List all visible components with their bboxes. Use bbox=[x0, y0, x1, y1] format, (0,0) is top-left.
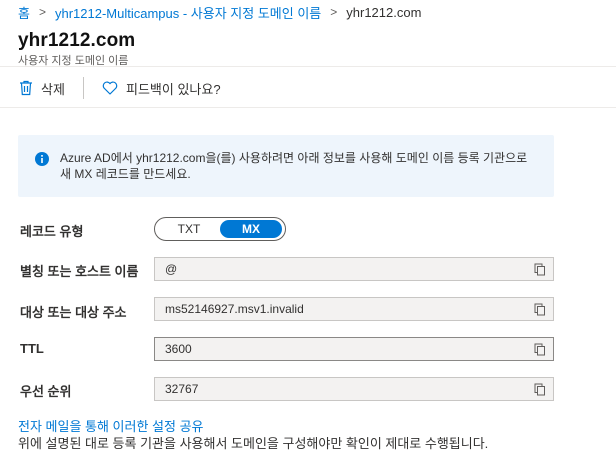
breadcrumb: 홈 > yhr1212-Multicampus - 사용자 지정 도메인 이름 … bbox=[18, 3, 421, 21]
target-value: ms52146927.msv1.invalid bbox=[165, 302, 304, 316]
ttl-value: 3600 bbox=[165, 342, 192, 356]
delete-label: 삭제 bbox=[41, 81, 65, 97]
breadcrumb-current: yhr1212.com bbox=[346, 4, 422, 20]
copy-icon[interactable] bbox=[534, 303, 546, 316]
alias-label: 별칭 또는 호스트 이름 bbox=[20, 264, 139, 279]
chevron-right-icon: > bbox=[330, 5, 338, 19]
copy-icon[interactable] bbox=[534, 383, 546, 396]
priority-field[interactable]: 32767 bbox=[154, 377, 554, 401]
alias-value: @ bbox=[165, 262, 178, 276]
record-type-toggle: TXT MX bbox=[154, 217, 286, 241]
delete-button[interactable]: 삭제 bbox=[19, 77, 65, 99]
feedback-label: 피드백이 있나요? bbox=[126, 81, 221, 97]
feedback-button[interactable]: 피드백이 있나요? bbox=[102, 77, 221, 99]
info-banner: Azure AD에서 yhr1212.com을(를) 사용하려면 아래 정보를 … bbox=[18, 135, 554, 197]
priority-value: 32767 bbox=[165, 382, 199, 396]
copy-icon[interactable] bbox=[534, 343, 546, 356]
target-label: 대상 또는 대상 주소 bbox=[20, 305, 127, 320]
breadcrumb-home-link[interactable]: 홈 bbox=[18, 3, 30, 22]
verification-note: 위에 설명된 대로 등록 기관을 사용해서 도메인을 구성해야만 확인이 제대로… bbox=[18, 436, 489, 451]
target-field[interactable]: ms52146927.msv1.invalid bbox=[154, 297, 554, 321]
ttl-label: TTL bbox=[20, 341, 44, 356]
alias-field[interactable]: @ bbox=[154, 257, 554, 281]
record-type-option-mx[interactable]: MX bbox=[220, 220, 282, 238]
info-icon bbox=[35, 152, 49, 166]
copy-icon[interactable] bbox=[534, 263, 546, 276]
toolbar-divider bbox=[83, 77, 84, 99]
record-type-label: 레코드 유형 bbox=[20, 224, 84, 239]
info-text: Azure AD에서 yhr1212.com을(를) 사용하려면 아래 정보를 … bbox=[60, 151, 528, 181]
record-type-option-txt[interactable]: TXT bbox=[158, 220, 220, 238]
chevron-right-icon: > bbox=[38, 5, 46, 19]
breadcrumb-tenant-link[interactable]: yhr1212-Multicampus - 사용자 지정 도메인 이름 bbox=[55, 3, 321, 22]
heart-icon bbox=[102, 81, 118, 95]
command-bar: 삭제 피드백이 있나요? bbox=[0, 66, 616, 108]
ttl-field[interactable]: 3600 bbox=[154, 337, 554, 361]
trash-icon bbox=[20, 80, 32, 96]
page-title: yhr1212.com bbox=[18, 30, 136, 51]
priority-label: 우선 순위 bbox=[20, 384, 72, 399]
